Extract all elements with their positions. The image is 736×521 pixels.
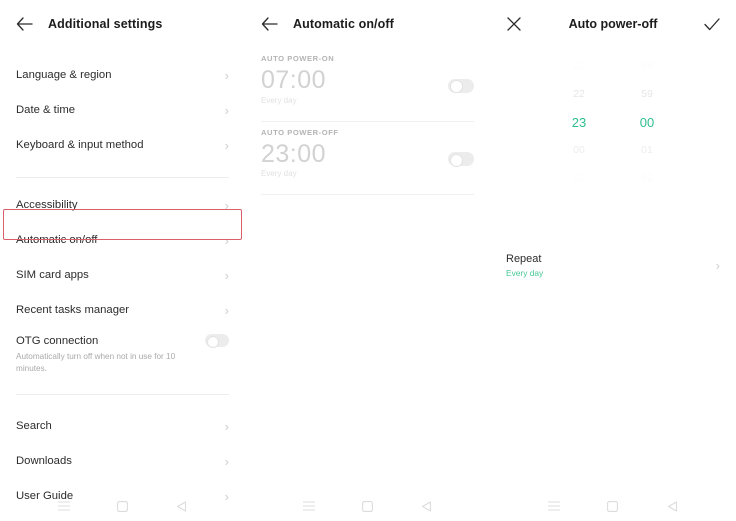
repeat-value: Every day (506, 267, 544, 278)
hour-option[interactable]: 00 (556, 136, 602, 164)
chevron-right-icon: › (224, 303, 229, 318)
page-title: Additional settings (48, 17, 163, 31)
sidebar-item-search[interactable]: Search › (0, 409, 245, 444)
navbar-middle (245, 491, 490, 521)
back-triangle-icon[interactable] (173, 497, 191, 515)
chevron-right-icon: › (224, 68, 229, 83)
item-label: Search (16, 420, 52, 433)
minute-option[interactable]: 58 (624, 52, 670, 80)
section-caption-auto-power-off: AUTO POWER-OFF (261, 127, 339, 137)
hour-option[interactable]: 01 (556, 164, 602, 192)
minute-option-selected[interactable]: 00 (624, 108, 670, 136)
auto-power-off-time[interactable]: 23:00 (261, 140, 448, 169)
home-square-icon[interactable] (604, 497, 622, 515)
hour-wheel[interactable]: 21 22 23 00 01 (556, 52, 602, 192)
section-divider (261, 120, 474, 122)
check-icon[interactable] (702, 14, 722, 34)
sidebar-item-accessibility[interactable]: Accessibility › (0, 188, 245, 223)
auto-power-on-time[interactable]: 07:00 (261, 66, 448, 95)
page-title: Auto power-off (568, 17, 658, 31)
time-picker[interactable]: 21 22 23 00 01 58 59 00 01 02 (490, 52, 736, 222)
right-header: Auto power-off (490, 0, 736, 48)
section-divider (261, 194, 474, 195)
panel-additional-settings: Additional settings Language & region › … (0, 0, 245, 521)
item-label: Language & region (16, 69, 112, 82)
arrow-left-icon[interactable] (14, 14, 34, 34)
auto-power-off-toggle[interactable] (448, 152, 474, 167)
chevron-right-icon: › (224, 454, 229, 469)
chevron-right-icon: › (224, 268, 229, 283)
hour-option[interactable]: 22 (556, 80, 602, 108)
chevron-right-icon: › (224, 198, 229, 213)
panel-automatic-on-off: Automatic on/off AUTO POWER-ON 07:00 Eve… (245, 0, 490, 521)
sidebar-item-keyboard-input[interactable]: Keyboard & input method › (0, 128, 245, 163)
menu-icon[interactable] (545, 497, 563, 515)
hour-option-selected[interactable]: 23 (556, 108, 602, 136)
item-label: Keyboard & input method (16, 139, 144, 152)
auto-power-off-repeat: Every day (261, 169, 297, 178)
auto-power-on-toggle[interactable] (448, 78, 474, 94)
navbar-right (490, 491, 736, 521)
sidebar-item-date-time[interactable]: Date & time › (0, 93, 245, 128)
back-triangle-icon[interactable] (418, 497, 436, 515)
item-label: Accessibility (16, 199, 78, 212)
repeat-label: Repeat (506, 252, 542, 265)
home-square-icon[interactable] (114, 497, 132, 515)
sidebar-item-otg-connection[interactable]: OTG connection Automatically turn off wh… (0, 328, 245, 384)
home-square-icon[interactable] (359, 497, 377, 515)
sidebar-item-language-region[interactable]: Language & region › (0, 58, 245, 93)
item-label: OTG connection (16, 335, 99, 347)
minute-option[interactable]: 02 (624, 164, 670, 192)
page-title: Automatic on/off (293, 17, 394, 31)
minute-wheel[interactable]: 58 59 00 01 02 (624, 52, 670, 192)
sidebar-item-downloads[interactable]: Downloads › (0, 444, 245, 479)
auto-power-on-repeat: Every day (261, 95, 297, 105)
menu-icon[interactable] (300, 497, 318, 515)
left-header: Additional settings (0, 0, 245, 48)
chevron-right-icon: › (224, 419, 229, 434)
chevron-right-icon: › (224, 138, 229, 153)
chevron-right-icon: › (224, 103, 229, 118)
arrow-left-icon[interactable] (259, 14, 279, 34)
item-label: SIM card apps (16, 269, 89, 282)
sidebar-item-automatic-on-off[interactable]: Automatic on/off › (0, 223, 245, 258)
item-description: Automatically turn off when not in use f… (16, 352, 176, 373)
chevron-right-icon: › (715, 257, 720, 273)
item-label: Downloads (16, 455, 72, 468)
item-label: Automatic on/off (16, 234, 98, 247)
section-caption-auto-power-on: AUTO POWER-ON (261, 54, 335, 63)
sidebar-item-sim-card-apps[interactable]: SIM card apps › (0, 258, 245, 293)
otg-connection-toggle[interactable] (205, 334, 229, 348)
item-label: Recent tasks manager (16, 304, 130, 317)
auto-power-on-row[interactable]: 07:00 Every day (245, 63, 490, 113)
auto-power-off-row[interactable]: 23:00 Every day (245, 137, 490, 187)
panel-auto-power-off-picker: Auto power-off 21 22 23 00 01 58 59 00 0… (490, 0, 736, 521)
back-triangle-icon[interactable] (663, 497, 681, 515)
menu-icon[interactable] (55, 497, 73, 515)
sidebar-item-recent-tasks-manager[interactable]: Recent tasks manager › (0, 293, 245, 328)
close-icon[interactable] (504, 14, 524, 34)
navbar-left (0, 491, 245, 521)
mid-header: Automatic on/off (245, 0, 490, 48)
hour-option[interactable]: 21 (556, 52, 602, 80)
repeat-row[interactable]: Repeat Every day › (490, 244, 736, 286)
minute-option[interactable]: 59 (624, 80, 670, 108)
item-label: Date & time (16, 104, 76, 117)
three-panel-screenshot: Additional settings Language & region › … (0, 0, 736, 521)
minute-option[interactable]: 01 (624, 136, 670, 164)
chevron-right-icon: › (224, 233, 229, 248)
